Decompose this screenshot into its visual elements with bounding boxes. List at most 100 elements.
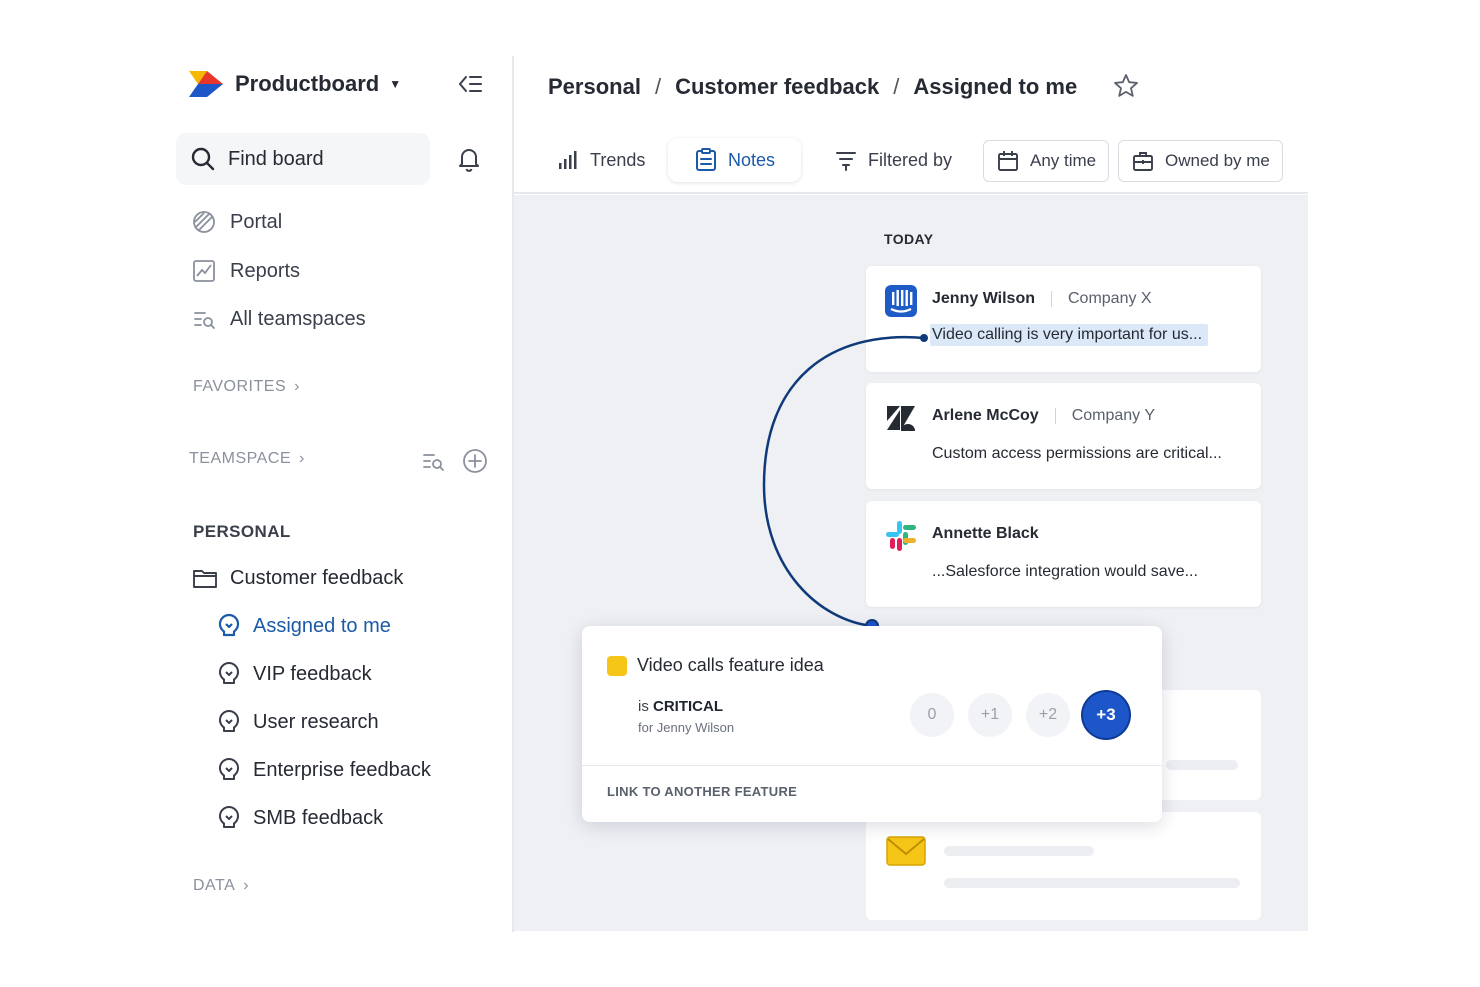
placeholder-note-card — [866, 812, 1261, 920]
owned-by-me-label: Owned by me — [1165, 151, 1270, 170]
briefcase-icon — [1131, 149, 1155, 173]
workspace-switcher[interactable]: Productboard ▼ — [187, 68, 401, 100]
bar-chart-icon — [556, 148, 580, 172]
notifications-bell-icon[interactable] — [455, 145, 483, 173]
board-label: SMB feedback — [253, 806, 384, 829]
board-label: Enterprise feedback — [253, 758, 431, 781]
personal-section-label: PERSONAL — [193, 522, 291, 541]
browse-teamspaces-icon[interactable] — [420, 448, 446, 474]
portal-icon — [190, 208, 218, 236]
lightbulb-icon — [218, 661, 240, 684]
caret-down-icon: ▼ — [389, 77, 402, 91]
importance-for: for Jenny Wilson — [638, 720, 735, 735]
placeholder-line — [944, 846, 1094, 856]
importance-value: CRITICAL — [653, 698, 724, 715]
feature-insight-card: Video calls feature idea is CRITICAL for… — [582, 626, 1162, 822]
board-label: Assigned to me — [253, 614, 391, 637]
calendar-icon — [996, 149, 1020, 173]
view-toolbar: Trends Notes Filtered by Any time Owned … — [514, 128, 1308, 194]
tab-notes[interactable]: Notes — [668, 138, 802, 182]
placeholder-line — [944, 878, 1240, 888]
data-label: DATA — [193, 877, 236, 894]
importance-line: is CRITICAL — [638, 698, 723, 715]
note-author: Arlene McCoy Company Y — [932, 407, 1155, 425]
tab-trends-label: Trends — [590, 149, 646, 170]
lightbulb-icon — [218, 757, 240, 780]
board-vip-feedback[interactable]: VIP feedback — [217, 659, 372, 689]
board-user-research[interactable]: User research — [217, 707, 379, 737]
tab-trends[interactable]: Trends — [552, 138, 649, 182]
importance-prefix: is — [638, 698, 649, 715]
importance-score-0[interactable]: 0 — [910, 693, 954, 737]
email-envelope-icon — [886, 836, 926, 866]
card-divider — [582, 765, 1162, 766]
collapse-left-icon — [458, 76, 482, 92]
filter-owned-by-me[interactable]: Owned by me — [1118, 140, 1283, 182]
lightbulb-icon — [218, 613, 240, 637]
sidebar-item-label: All teamspaces — [230, 307, 366, 330]
collapse-sidebar-button[interactable] — [455, 70, 485, 98]
reports-chart-icon — [190, 257, 218, 285]
note-author-name: Arlene McCoy — [932, 407, 1039, 424]
folder-icon — [193, 570, 217, 588]
breadcrumb: Personal / Customer feedback / Assigned … — [548, 72, 1077, 102]
add-teamspace-icon[interactable] — [461, 447, 489, 475]
board-label: User research — [253, 710, 379, 733]
lightbulb-icon — [218, 805, 240, 828]
board-label: VIP feedback — [253, 662, 372, 685]
link-to-another-feature-button[interactable]: LINK TO ANOTHER FEATURE — [607, 784, 797, 799]
chevron-right-icon: › — [294, 378, 300, 395]
note-text: ...Salesforce integration would save... — [932, 563, 1198, 580]
filter-any-time[interactable]: Any time — [983, 140, 1110, 182]
filtered-by-button[interactable]: Filtered by — [834, 138, 952, 182]
search-icon — [191, 147, 215, 171]
divider — [1054, 408, 1056, 424]
importance-score-plus1[interactable]: +1 — [968, 693, 1012, 737]
productboard-logo-icon — [189, 71, 223, 97]
sidebar-item-portal[interactable]: Portal — [190, 207, 282, 237]
notes-clipboard-icon — [694, 148, 718, 172]
any-time-label: Any time — [1030, 151, 1097, 170]
breadcrumb-customer-feedback[interactable]: Customer feedback — [675, 74, 879, 100]
favorites-section-toggle[interactable]: FAVORITES › — [193, 378, 300, 396]
favorites-label: FAVORITES — [193, 378, 287, 395]
favorite-star-icon[interactable] — [1112, 72, 1140, 100]
find-board-label: Find board — [228, 147, 324, 170]
filtered-by-label: Filtered by — [868, 149, 953, 170]
note-company: Company X — [1067, 290, 1152, 307]
sidebar-item-label: Portal — [230, 210, 283, 233]
note-to-feature-connector — [762, 334, 928, 633]
folder-customer-feedback[interactable]: Customer feedback — [192, 563, 403, 593]
feature-title[interactable]: Video calls feature idea — [637, 655, 824, 676]
board-enterprise-feedback[interactable]: Enterprise feedback — [217, 755, 431, 785]
note-author: Annette Black — [932, 525, 1039, 543]
filter-icon — [834, 148, 858, 172]
board-assigned-to-me[interactable]: Assigned to me — [217, 611, 391, 641]
breadcrumb-separator: / — [654, 74, 662, 99]
note-author-name: Annette Black — [932, 525, 1039, 542]
note-author: Jenny Wilson Company X — [932, 290, 1152, 308]
note-highlight-text[interactable]: Video calling is very important for us..… — [930, 324, 1209, 346]
board-smb-feedback[interactable]: SMB feedback — [217, 803, 383, 833]
importance-score-plus3[interactable]: +3 — [1083, 692, 1129, 738]
sidebar-item-all-teamspaces[interactable]: All teamspaces — [190, 304, 366, 334]
note-company: Company Y — [1071, 407, 1156, 424]
feature-status-icon — [607, 656, 627, 676]
sidebar-item-reports[interactable]: Reports — [190, 256, 300, 286]
chevron-right-icon: › — [299, 450, 305, 467]
chevron-right-icon: › — [243, 877, 250, 894]
teamspaces-search-icon — [190, 305, 218, 333]
tab-notes-label: Notes — [728, 149, 776, 170]
placeholder-line — [1166, 760, 1238, 770]
data-section-toggle[interactable]: DATA › — [193, 877, 249, 895]
breadcrumb-assigned-to-me: Assigned to me — [913, 74, 1078, 99]
intercom-icon — [885, 285, 917, 317]
folder-label: Customer feedback — [230, 566, 404, 589]
find-board-input[interactable]: Find board — [176, 133, 430, 185]
sidebar: Productboard ▼ Find board Portal Reports… — [0, 0, 513, 930]
breadcrumb-personal[interactable]: Personal — [548, 74, 641, 100]
divider — [1050, 291, 1052, 307]
importance-score-plus2[interactable]: +2 — [1026, 693, 1070, 737]
sidebar-item-label: Reports — [230, 259, 301, 282]
teamspace-section-toggle[interactable]: TEAMSPACE › — [189, 450, 305, 468]
